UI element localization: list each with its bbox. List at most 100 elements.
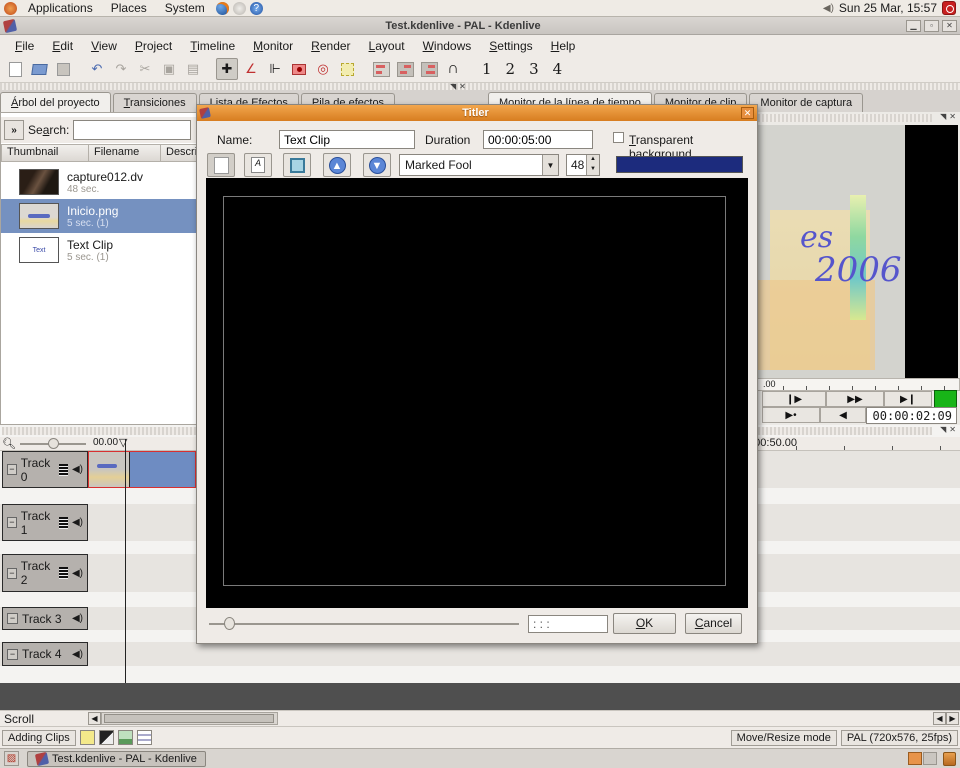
track-4-header[interactable]: − Track 4 ◀) bbox=[2, 642, 88, 666]
add-rectangle-button[interactable] bbox=[283, 153, 311, 177]
forward-button[interactable]: ▶▶ bbox=[826, 391, 884, 407]
title-canvas[interactable] bbox=[206, 178, 748, 608]
scroll-right-button[interactable]: ▶ bbox=[946, 712, 959, 725]
marker-button[interactable]: ◎ bbox=[312, 58, 334, 80]
edit-mode-overwrite-button[interactable] bbox=[394, 58, 416, 80]
paste-button[interactable]: ▤ bbox=[182, 58, 204, 80]
play-section-button[interactable]: ▶• bbox=[762, 407, 820, 423]
record-button[interactable] bbox=[288, 58, 310, 80]
column-filename[interactable]: Filename bbox=[89, 144, 161, 162]
audio-track-icon[interactable]: ◀) bbox=[72, 517, 83, 528]
panel-float-icon[interactable]: ◥ bbox=[940, 425, 946, 434]
track-0-header[interactable]: − Track 0 ◀) bbox=[2, 451, 88, 488]
text-color-swatch[interactable] bbox=[616, 156, 743, 173]
zoom-magnifier-icon[interactable]: 🔍︎ bbox=[2, 437, 16, 450]
collapse-track-icon[interactable]: − bbox=[7, 649, 18, 660]
menu-view[interactable]: View bbox=[82, 37, 126, 55]
workspace-switcher[interactable] bbox=[908, 752, 937, 765]
distro-logo-icon[interactable] bbox=[4, 2, 17, 15]
layout-2-button[interactable]: 2 bbox=[500, 60, 522, 78]
menu-project[interactable]: Project bbox=[126, 37, 181, 55]
collapse-track-icon[interactable]: − bbox=[7, 568, 17, 579]
color-clip-icon[interactable] bbox=[80, 730, 95, 745]
open-file-button[interactable] bbox=[28, 58, 50, 80]
snap-magnet-button[interactable]: ∩ bbox=[442, 58, 464, 80]
tab-capture-monitor[interactable]: Monitor de captura bbox=[749, 93, 863, 112]
show-desktop-icon[interactable]: ▨ bbox=[4, 751, 19, 766]
move-tool-button[interactable]: ✚ bbox=[216, 58, 238, 80]
layout-3-button[interactable]: 3 bbox=[523, 60, 545, 78]
back-button[interactable]: ◀ bbox=[820, 407, 866, 423]
panel-float-icon[interactable]: ◥ bbox=[450, 82, 456, 91]
minimize-button[interactable]: ▁ bbox=[906, 20, 921, 32]
search-input[interactable] bbox=[73, 120, 191, 140]
workspace-1[interactable] bbox=[908, 752, 922, 765]
applications-menu[interactable]: Applications bbox=[21, 1, 100, 15]
menu-edit[interactable]: Edit bbox=[43, 37, 82, 55]
places-menu[interactable]: Places bbox=[104, 1, 154, 15]
menu-monitor[interactable]: Monitor bbox=[244, 37, 302, 55]
track-1-header[interactable]: − Track 1 ◀) bbox=[2, 504, 88, 541]
menu-layout[interactable]: Layout bbox=[360, 37, 414, 55]
name-input[interactable] bbox=[279, 130, 415, 149]
clock[interactable]: Sun 25 Mar, 15:57 bbox=[839, 1, 937, 15]
scrollbar-thumb[interactable] bbox=[104, 714, 274, 723]
maximize-button[interactable]: ▫ bbox=[924, 20, 939, 32]
menu-render[interactable]: Render bbox=[302, 37, 359, 55]
collapse-track-icon[interactable]: − bbox=[7, 613, 18, 624]
transparent-background-checkbox[interactable] bbox=[613, 132, 624, 143]
edit-mode-normal-button[interactable] bbox=[370, 58, 392, 80]
workspace-2[interactable] bbox=[923, 752, 937, 765]
cut-button[interactable]: ✂ bbox=[134, 58, 156, 80]
video-track-icon[interactable] bbox=[59, 464, 68, 476]
collapse-track-icon[interactable]: − bbox=[7, 517, 17, 528]
audio-track-icon[interactable]: ◀) bbox=[72, 649, 83, 660]
new-file-button[interactable] bbox=[4, 58, 26, 80]
cancel-button[interactable]: Cancel bbox=[685, 613, 742, 634]
volume-icon[interactable]: ◀) bbox=[823, 3, 834, 14]
tab-project-tree[interactable]: Árbol del proyecto bbox=[0, 92, 111, 112]
logout-button[interactable] bbox=[942, 1, 956, 15]
panel-close-icon[interactable]: ✕ bbox=[459, 82, 466, 91]
tab-transitions[interactable]: Transiciones bbox=[113, 93, 197, 112]
panel-close-icon[interactable]: ✕ bbox=[949, 425, 956, 434]
column-thumbnail[interactable]: Thumbnail bbox=[1, 144, 89, 162]
selection-zone-button[interactable] bbox=[336, 58, 358, 80]
layout-4-button[interactable]: 4 bbox=[547, 60, 569, 78]
save-button[interactable] bbox=[52, 58, 74, 80]
menu-timeline[interactable]: Timeline bbox=[181, 37, 244, 55]
select-tool-button[interactable] bbox=[207, 153, 235, 177]
playhead-marker-icon[interactable]: ▽ bbox=[119, 436, 127, 449]
record-monitor-button[interactable] bbox=[934, 390, 957, 408]
panel-float-icon[interactable]: ◥ bbox=[940, 112, 946, 121]
track-2-header[interactable]: − Track 2 ◀) bbox=[2, 554, 88, 592]
titler-titlebar[interactable]: Titler ✕ bbox=[197, 105, 757, 121]
dock-handle[interactable] bbox=[0, 83, 960, 90]
video-track-icon[interactable] bbox=[59, 567, 68, 579]
search-options-button[interactable]: » bbox=[4, 120, 24, 140]
menu-help[interactable]: Help bbox=[542, 37, 585, 55]
video-track-icon[interactable] bbox=[59, 517, 68, 529]
monitor-timecode[interactable]: 00:00:02:09 bbox=[866, 407, 957, 424]
slider-handle[interactable] bbox=[224, 617, 235, 630]
spacer-tool-button[interactable]: ⊩ bbox=[264, 58, 286, 80]
system-menu[interactable]: System bbox=[158, 1, 212, 15]
scroll-left-button[interactable]: ◀ bbox=[88, 712, 101, 725]
scroll-left-button-2[interactable]: ◀ bbox=[933, 712, 946, 725]
close-button[interactable]: ✕ bbox=[942, 20, 957, 32]
audio-track-icon[interactable]: ◀) bbox=[72, 613, 83, 624]
ok-button[interactable]: OK bbox=[613, 613, 676, 634]
razor-tool-button[interactable]: ∠ bbox=[240, 58, 262, 80]
browser-launcher-icon[interactable] bbox=[216, 2, 229, 15]
titler-close-button[interactable]: ✕ bbox=[741, 107, 754, 119]
edit-mode-insert-button[interactable] bbox=[418, 58, 440, 80]
coords-field[interactable]: : : : bbox=[528, 615, 608, 633]
menu-file[interactable]: File bbox=[6, 37, 43, 55]
title-zoom-slider[interactable] bbox=[209, 623, 519, 625]
track-3-header[interactable]: − Track 3 ◀) bbox=[2, 607, 88, 630]
zoom-slider-handle[interactable] bbox=[48, 438, 59, 449]
trash-icon[interactable] bbox=[943, 752, 956, 766]
menu-windows[interactable]: Windows bbox=[414, 37, 481, 55]
update-notifier-icon[interactable] bbox=[233, 2, 246, 15]
duration-input[interactable] bbox=[483, 130, 593, 149]
